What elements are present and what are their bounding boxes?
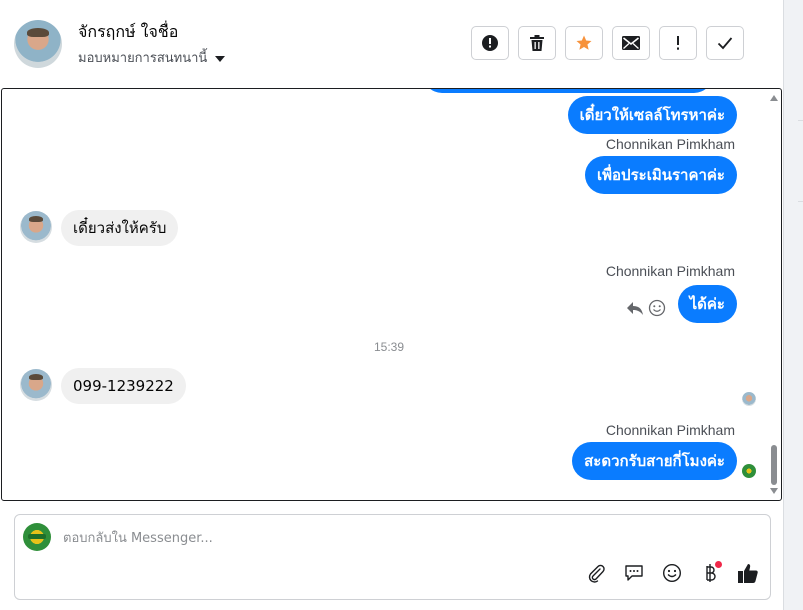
thumbs-up-icon	[738, 564, 758, 583]
emoji-button[interactable]	[660, 561, 684, 585]
done-button[interactable]	[706, 26, 744, 60]
reply-composer	[14, 514, 771, 600]
alert-circle-icon	[482, 35, 498, 51]
trash-icon	[530, 35, 544, 51]
react-emoji-icon[interactable]	[648, 299, 666, 317]
attach-button[interactable]	[584, 561, 608, 585]
message-thread[interactable]: เดี๋ยวให้เซลล์โทรหาค่ะ Chonnikan Pimkham…	[1, 88, 782, 501]
right-panel-edge	[783, 0, 803, 610]
reply-icon[interactable]	[626, 300, 644, 316]
smiley-icon	[662, 563, 682, 583]
spam-button[interactable]	[471, 26, 509, 60]
divider	[798, 201, 803, 202]
reply-input[interactable]	[63, 528, 563, 548]
contact-avatar-small	[20, 211, 52, 243]
scroll-down-arrow-icon[interactable]	[770, 488, 778, 494]
follow-up-button[interactable]	[659, 26, 697, 60]
check-icon	[717, 37, 733, 50]
message-bubble-outgoing[interactable]: เดี๋ยวให้เซลล์โทรหาค่ะ	[567, 96, 737, 134]
composer-toolbar	[584, 561, 760, 585]
message-bubble-outgoing[interactable]: สะดวกรับสายกี่โมงค่ะ	[572, 442, 737, 480]
caret-down-icon	[215, 55, 226, 62]
exclamation-icon	[677, 36, 679, 50]
paperclip-icon	[588, 564, 605, 583]
message-actions	[626, 299, 666, 317]
payment-button[interactable]	[698, 561, 722, 585]
divider	[798, 120, 803, 121]
message-timestamp: 15:39	[374, 340, 405, 354]
message-bubble-outgoing[interactable]: ได้ค่ะ	[677, 285, 737, 323]
sender-name: Chonnikan Pimkham	[605, 136, 735, 152]
conversation-header: จักรฤกษ์ ใจชื่อ มอบหมายการสนทนานี้	[0, 0, 783, 88]
sender-name: Chonnikan Pimkham	[605, 422, 735, 438]
star-button[interactable]	[565, 26, 603, 60]
contact-avatar[interactable]	[14, 20, 62, 68]
contact-avatar-small	[20, 369, 52, 401]
message-bubble-outgoing[interactable]: เพื่อประเมินราคาค่ะ	[585, 156, 737, 194]
like-button[interactable]	[736, 561, 760, 585]
envelope-icon	[622, 36, 640, 50]
contact-name[interactable]: จักรฤกษ์ ใจชื่อ	[78, 20, 178, 45]
saved-replies-button[interactable]	[622, 561, 646, 585]
page-avatar	[23, 523, 51, 551]
seen-indicator-page	[742, 464, 756, 478]
scrollbar-thumb[interactable]	[771, 445, 777, 485]
header-toolbar	[471, 26, 744, 60]
assign-conversation-dropdown[interactable]: มอบหมายการสนทนานี้	[78, 47, 226, 68]
star-icon	[576, 35, 592, 50]
mark-unread-button[interactable]	[612, 26, 650, 60]
notification-dot	[715, 561, 722, 568]
message-bubble-incoming[interactable]: เดี๋ยวส่งให้ครับ	[61, 210, 179, 246]
speech-bubble-icon	[625, 565, 643, 581]
message-bubble-partial	[423, 89, 713, 93]
message-bubble-incoming[interactable]: 099-1239222	[61, 368, 186, 404]
sender-name: Chonnikan Pimkham	[605, 263, 735, 279]
delete-button[interactable]	[518, 26, 556, 60]
assign-label: มอบหมายการสนทนานี้	[78, 51, 208, 66]
scrollbar[interactable]	[769, 93, 779, 498]
scroll-up-arrow-icon[interactable]	[770, 95, 778, 101]
seen-indicator-avatar	[742, 392, 756, 406]
